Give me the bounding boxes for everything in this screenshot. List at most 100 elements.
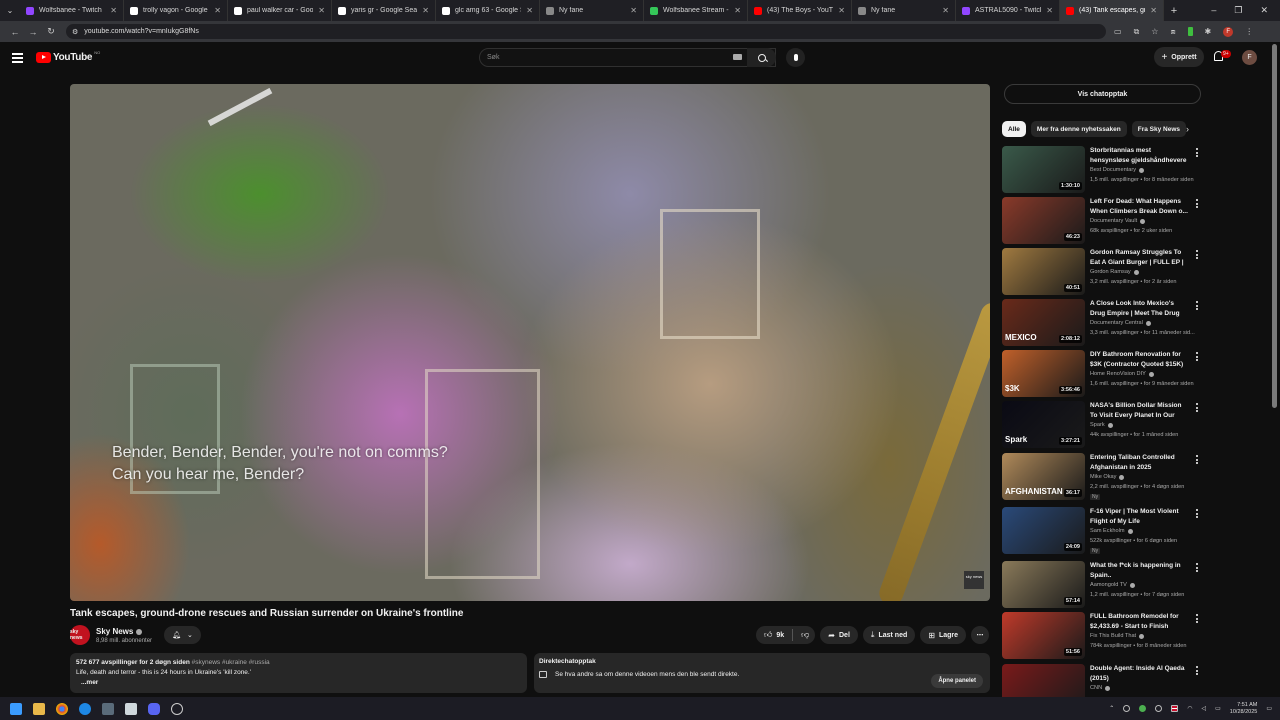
browser-tab[interactable]: (43) The Boys - YouTube ✕ <box>748 0 852 21</box>
browser-profile-avatar[interactable]: F <box>1223 26 1234 37</box>
filter-chip[interactable]: Fra Sky News <box>1131 121 1187 137</box>
video-thumbnail[interactable]: 57:14 <box>1002 561 1085 608</box>
video-thumbnail[interactable]: 46:23 <box>1002 197 1085 244</box>
voice-search-button[interactable] <box>786 48 805 67</box>
volume-icon[interactable]: ◁ <box>1202 705 1207 712</box>
app-icon[interactable] <box>171 702 183 715</box>
tab-search-icon[interactable]: ⌄ <box>0 0 20 21</box>
close-tab-icon[interactable]: ✕ <box>526 6 533 15</box>
more-vertical-icon[interactable] <box>1196 666 1200 677</box>
recommended-channel[interactable]: Documentary Vault <box>1090 218 1137 224</box>
recommended-channel[interactable]: Spark <box>1090 422 1105 428</box>
recommended-video[interactable]: 51:56 FULL Bathroom Remodel for $2,433.69… <box>1002 612 1202 660</box>
url-field[interactable]: ⚙ youtube.com/watch?v=mnIukgG8fNs <box>66 24 1106 39</box>
recommended-channel[interactable]: Home RenoVision DIY <box>1090 371 1146 377</box>
video-thumbnail[interactable]: $3K 3:56:46 <box>1002 350 1085 397</box>
recommended-title[interactable]: F-16 Viper | The Most Violent Flight of … <box>1090 507 1190 527</box>
video-description[interactable]: 572 677 avspillinger for 2 døgn siden #s… <box>70 653 527 693</box>
video-thumbnail[interactable]: 24:09 <box>1002 507 1085 554</box>
recommended-title[interactable]: Storbritannias mest hensynsløse gjeldshå… <box>1090 146 1190 166</box>
open-panel-button[interactable]: Åpne panelet <box>931 674 983 688</box>
channel-name[interactable]: Sky News <box>96 627 133 636</box>
file-explorer-icon[interactable] <box>33 702 45 715</box>
search-input[interactable]: Søk <box>479 48 776 67</box>
vpn-icon[interactable] <box>79 702 91 715</box>
recommended-video[interactable]: 46:23 Left For Dead: What Happens When Cl… <box>1002 197 1202 245</box>
reload-icon[interactable]: ↻ <box>42 26 60 37</box>
more-vertical-icon[interactable] <box>1196 403 1200 414</box>
show-chat-replay-button[interactable]: Vis chatopptak <box>1004 84 1201 104</box>
browser-tab[interactable]: Ny fane ✕ <box>540 0 644 21</box>
browser-tab[interactable]: glc amg 63 - Google Search ✕ <box>436 0 540 21</box>
recommended-video[interactable]: 24:09 F-16 Viper | The Most Violent Fligh… <box>1002 507 1202 555</box>
more-vertical-icon[interactable] <box>1196 614 1200 625</box>
system-clock[interactable]: 7:51 AM 10/28/2025 <box>1230 702 1258 716</box>
chevron-right-icon[interactable]: › <box>1186 124 1189 134</box>
recommended-channel[interactable]: Mike Okay <box>1090 474 1116 480</box>
translate-icon[interactable]: ⧉ <box>1134 27 1140 37</box>
more-vertical-icon[interactable] <box>1196 352 1200 363</box>
start-windows-icon[interactable] <box>10 702 22 715</box>
more-vertical-icon[interactable] <box>1196 563 1200 574</box>
close-tab-icon[interactable]: ✕ <box>110 6 117 15</box>
hashtags[interactable]: #skynews #ukraine #russia <box>192 659 270 666</box>
share-button[interactable]: ➦ Del <box>820 626 858 644</box>
recommended-channel[interactable]: Best Documentary <box>1090 167 1136 173</box>
tray-icon[interactable] <box>1123 705 1131 712</box>
recommended-channel[interactable]: Sam Eckholm <box>1090 528 1125 534</box>
browser-tab[interactable]: paul walker car - Google Search ✕ <box>228 0 332 21</box>
browser-tab[interactable]: Wolfsbanee Stream - Watch ✕ <box>644 0 748 21</box>
recommended-title[interactable]: NASA's Billion Dollar Mission To Visit E… <box>1090 401 1190 421</box>
extensions-puzzle-icon[interactable]: ✱ <box>1205 27 1212 36</box>
extension-icon[interactable]: ⧈ <box>1170 27 1175 37</box>
browser-tab[interactable]: yaris gr - Google Search ✕ <box>332 0 436 21</box>
recommended-channel[interactable]: Aamongold TV <box>1090 582 1127 588</box>
chevron-up-icon[interactable]: ⌃ <box>1109 705 1114 712</box>
more-vertical-icon[interactable] <box>1196 509 1200 520</box>
more-vertical-icon[interactable] <box>1196 455 1200 466</box>
recommended-channel[interactable]: Documentary Central <box>1090 320 1143 326</box>
thumbs-down-icon[interactable]: 👎︎ <box>801 630 809 640</box>
close-tab-icon[interactable]: ✕ <box>630 6 637 15</box>
recommended-title[interactable]: FULL Bathroom Remodel for $2,433.69 - St… <box>1090 612 1190 632</box>
recommended-video[interactable]: $3K 3:56:46 DIY Bathroom Renovation for $3… <box>1002 350 1202 398</box>
more-vertical-icon[interactable] <box>1196 199 1200 210</box>
create-button[interactable]: + Opprett <box>1154 47 1204 67</box>
recommended-video[interactable]: MEXICO 2:08:12 A Close Look Into Mexico's … <box>1002 299 1202 347</box>
close-tab-icon[interactable]: ✕ <box>318 6 325 15</box>
recommended-title[interactable]: A Close Look Into Mexico's Drug Empire |… <box>1090 299 1190 319</box>
account-avatar[interactable]: F <box>1242 50 1257 65</box>
site-info-icon[interactable]: ⚙ <box>72 28 78 36</box>
youtube-logo[interactable]: YouTube NO <box>36 50 100 63</box>
video-player[interactable]: Bender, Bender, Bender, you're not on co… <box>70 84 990 601</box>
subscription-bell-button[interactable]: 🔔︎ ⌄ <box>164 626 201 644</box>
recommended-video[interactable]: 57:14 What the f*ck is happening in Spain… <box>1002 561 1202 609</box>
browser-tab[interactable]: (43) Tank escapes, gro ✕ <box>1060 0 1164 21</box>
more-vertical-icon[interactable] <box>1196 250 1200 261</box>
video-thumbnail[interactable]: 51:56 <box>1002 612 1085 659</box>
download-button[interactable]: ⤓ Last ned <box>862 626 916 644</box>
chrome-icon[interactable] <box>56 702 68 715</box>
video-thumbnail[interactable]: Spark 3:27:21 <box>1002 401 1085 448</box>
recommended-title[interactable]: Gordon Ramsay Struggles To Eat A Giant B… <box>1090 248 1190 268</box>
app-icon[interactable] <box>102 702 114 715</box>
video-thumbnail[interactable]: MEXICO 2:08:12 <box>1002 299 1085 346</box>
notifications-icon[interactable]: ▭ <box>1266 705 1272 712</box>
recommended-video[interactable]: Spark 3:27:21 NASA's Billion Dollar Missio… <box>1002 401 1202 449</box>
tray-icon[interactable] <box>1155 705 1163 712</box>
more-vertical-icon[interactable] <box>1196 148 1200 159</box>
browser-tab[interactable]: ASTRAL5090 - Twitch ✕ <box>956 0 1060 21</box>
minimize-icon[interactable]: – <box>1211 5 1216 16</box>
recommended-video[interactable]: AFGHANISTAN 36:17 Entering Taliban Control… <box>1002 453 1202 501</box>
save-button[interactable]: ⊞ Lagre <box>920 626 967 644</box>
discord-icon[interactable] <box>148 702 160 715</box>
page-scrollbar[interactable] <box>1272 44 1277 408</box>
close-tab-icon[interactable]: ✕ <box>1046 6 1053 15</box>
recommended-title[interactable]: Entering Taliban Controlled Afghanistan … <box>1090 453 1190 473</box>
more-actions-button[interactable]: ⋯ <box>971 626 990 644</box>
recommended-video[interactable]: 1:30:10 Storbritannias mest hensynsløse g… <box>1002 146 1202 194</box>
back-icon[interactable]: ← <box>6 27 24 37</box>
browser-tab[interactable]: Wolfsbanee - Twitch ✕ <box>20 0 124 21</box>
extension-green-icon[interactable] <box>1187 27 1193 36</box>
close-tab-icon[interactable]: ✕ <box>942 6 949 15</box>
